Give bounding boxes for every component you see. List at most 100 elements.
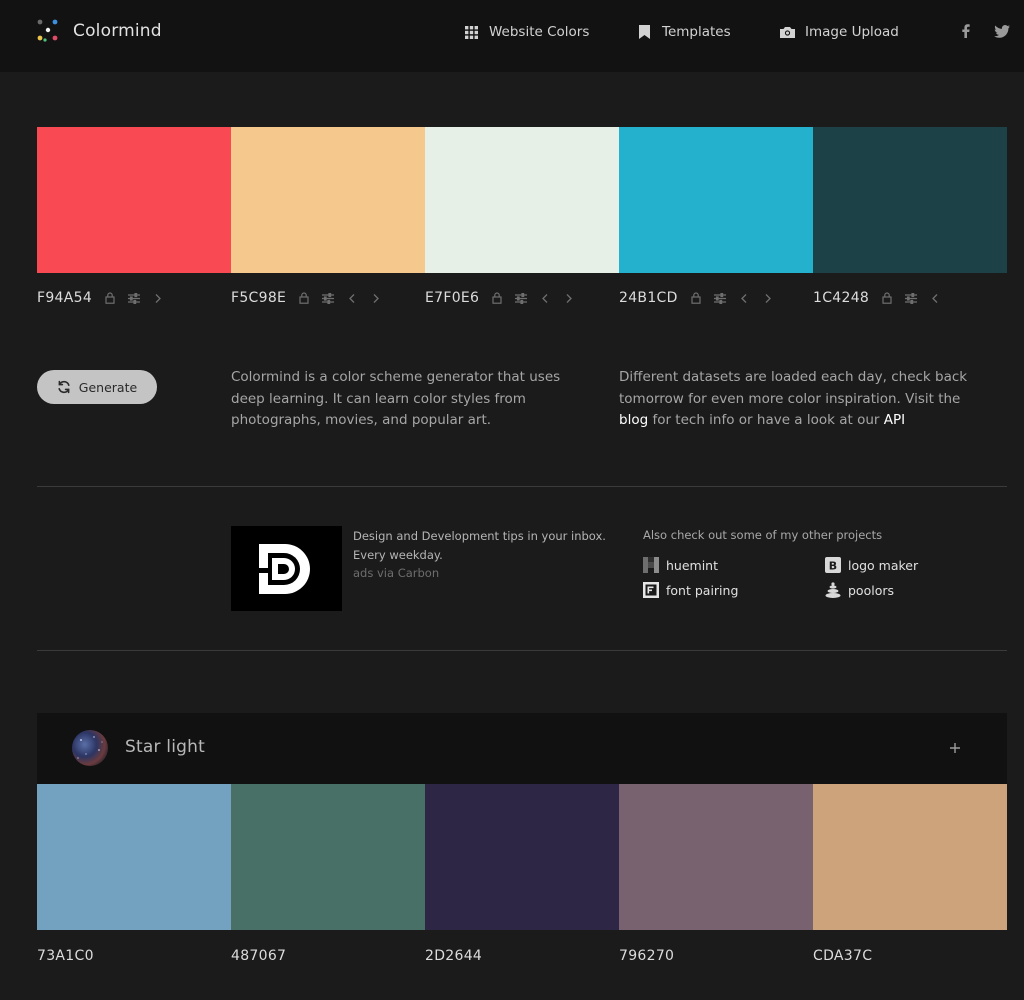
adjust-icon[interactable] [713,292,726,304]
adjust-icon[interactable] [322,292,335,304]
logo-maker-icon: B [825,557,841,573]
nav-website-colors[interactable]: Website Colors [463,23,589,41]
color-swatch[interactable] [425,784,619,930]
ad-text[interactable]: Design and Development tips in your inbo… [353,527,613,583]
camera-icon [779,24,795,40]
hex-code[interactable]: 1C4248 [813,290,869,306]
color-code-cell: 487067 [231,946,286,966]
divider [37,650,1007,651]
lock-icon[interactable] [690,292,702,304]
hex-code[interactable]: 73A1C0 [37,948,94,964]
hex-code[interactable]: F94A54 [37,290,92,306]
bookmark-icon [636,24,652,40]
color-code-cell: F5C98E [231,288,394,308]
chevron-right-icon[interactable] [762,292,774,304]
nav-templates[interactable]: Templates [636,23,731,41]
color-swatch[interactable] [619,127,813,273]
palette-thumbnail[interactable] [72,730,108,766]
hex-code[interactable]: 487067 [231,948,286,964]
featured-palette [37,784,1007,930]
hex-code[interactable]: 796270 [619,948,674,964]
adjust-icon[interactable] [515,292,528,304]
chevron-left-icon[interactable] [929,292,941,304]
chevron-right-icon[interactable] [152,292,164,304]
huemint-icon [643,557,659,573]
lock-icon[interactable] [298,292,310,304]
lock-icon[interactable] [104,292,116,304]
ad-line: Design and Development tips in your inbo… [353,529,606,543]
svg-text:B: B [829,560,837,573]
color-code-cell: 2D2644 [425,946,482,966]
hex-code[interactable]: CDA37C [813,948,872,964]
facebook-icon[interactable] [958,23,974,39]
plus-icon[interactable] [945,738,965,758]
featured-palette-codes: 73A1C0 487067 2D2644 796270 CDA37C [37,946,1007,966]
api-link[interactable]: API [884,412,905,428]
generate-button[interactable]: Generate [37,370,157,404]
ad-image[interactable] [231,526,342,611]
main-palette [37,127,1007,273]
color-code-cell: 24B1CD [619,288,786,308]
ad-line: Every weekday. [353,547,443,562]
intro-text-part: Different datasets are loaded each day, … [619,369,968,407]
divider [37,486,1007,487]
project-label: poolors [848,582,895,598]
intro-text-part: for tech info or have a look at our [648,412,884,428]
adjust-icon[interactable] [905,292,918,304]
color-swatch[interactable] [813,784,1007,930]
brand-name[interactable]: Colormind [73,21,162,41]
hex-code[interactable]: 24B1CD [619,290,678,306]
nav-label: Website Colors [489,24,590,40]
projects-title: Also check out some of my other projects [643,528,883,542]
ad-via-link[interactable]: ads via Carbon [353,564,613,583]
color-swatch[interactable] [231,784,425,930]
hex-code[interactable]: 2D2644 [425,948,482,964]
project-label: huemint [666,557,719,573]
project-poolors[interactable]: poolors [825,582,894,598]
top-bar: Colormind Website Colors Templates Image… [0,0,1024,72]
nav-image-upload[interactable]: Image Upload [779,23,899,41]
color-swatch[interactable] [425,127,619,273]
twitter-icon[interactable] [994,23,1010,39]
project-label: font pairing [666,582,739,598]
colormind-logo-icon[interactable] [36,18,60,44]
project-label: logo maker [848,557,919,573]
color-swatch[interactable] [813,127,1007,273]
hex-code[interactable]: F5C98E [231,290,286,306]
chevron-left-icon[interactable] [738,292,750,304]
font-pairing-icon [643,582,659,598]
ad-logo-icon [258,543,310,594]
nav-label: Image Upload [805,24,899,40]
generate-label: Generate [78,379,138,395]
poolors-icon [825,582,841,598]
refresh-icon [57,380,71,394]
adjust-icon[interactable] [128,292,141,304]
palette-title: Star light [125,737,205,757]
project-logo-maker[interactable]: B logo maker [825,557,918,573]
lock-icon[interactable] [491,292,503,304]
project-font-pairing[interactable]: font pairing [643,582,738,598]
chevron-right-icon[interactable] [563,292,575,304]
blog-link[interactable]: blog [619,412,648,428]
hex-code[interactable]: E7F0E6 [425,290,479,306]
intro-text-secondary: Different datasets are loaded each day, … [619,367,979,432]
color-code-cell: 1C4248 [813,288,953,308]
color-swatch[interactable] [37,784,231,930]
color-code-cell: F94A54 [37,288,176,308]
lock-icon[interactable] [881,292,893,304]
project-huemint[interactable]: huemint [643,557,718,573]
palette-codes: F94A54 F5C98E E7F0E6 24B1CD 1C4248 [37,288,1007,308]
color-code-cell: E7F0E6 [425,288,587,308]
featured-palette-header: Star light [37,713,1007,784]
color-code-cell: 73A1C0 [37,946,94,966]
color-swatch[interactable] [619,784,813,930]
chevron-left-icon[interactable] [346,292,358,304]
nav-label: Templates [662,24,731,40]
grid-icon [463,24,479,40]
color-swatch[interactable] [231,127,425,273]
color-swatch[interactable] [37,127,231,273]
color-code-cell: CDA37C [813,946,872,966]
chevron-left-icon[interactable] [539,292,551,304]
intro-text: Colormind is a color scheme generator th… [231,369,561,428]
chevron-right-icon[interactable] [370,292,382,304]
